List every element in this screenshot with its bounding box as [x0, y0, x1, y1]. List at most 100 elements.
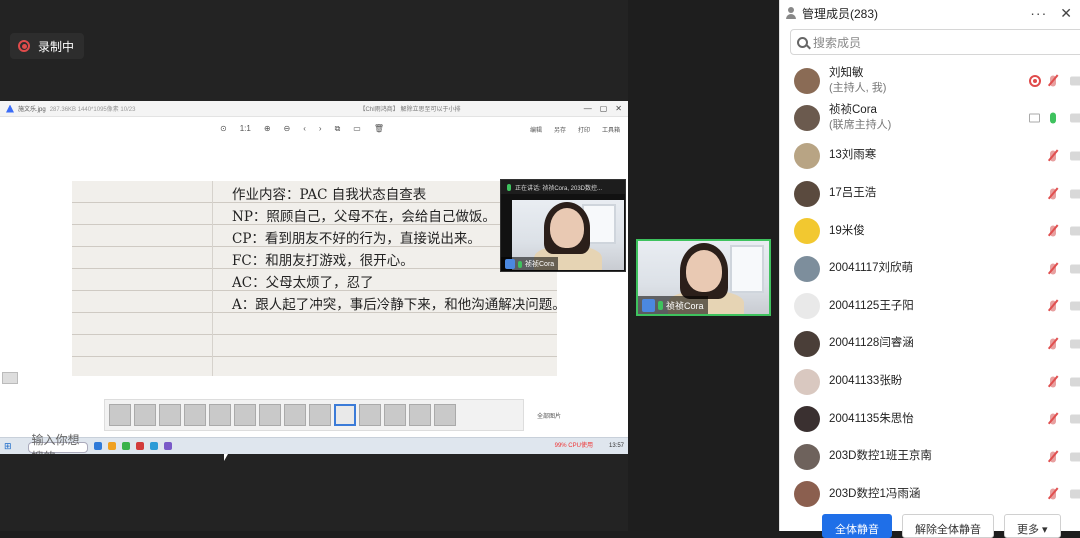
taskbar-app-icon[interactable] [163, 442, 172, 450]
edit-button[interactable]: 编辑 [530, 125, 542, 134]
camera-icon[interactable] [1070, 339, 1080, 349]
thumbnail[interactable] [209, 404, 231, 426]
shared-screen: 施文乐.jpg 287.36KB 1440*1095像素 10/23 【ChI雨… [0, 101, 628, 454]
taskbar-app-icon[interactable] [107, 442, 116, 450]
delete-icon[interactable]: 🗑 [374, 124, 384, 134]
taskbar-app-icon[interactable] [149, 442, 158, 450]
camera-icon[interactable] [1070, 151, 1080, 161]
thumbnail[interactable] [159, 404, 181, 426]
speaker-video-tile[interactable]: 正在讲话: 祯祯Cora, 203D数控... 祯祯Cora [500, 179, 626, 272]
viewer-toolbar: ⊙ 1:1 ⊕ ⊖ ‹ › ⧉ ▭ 🗑 编辑 另存 打印 工具箱 [0, 119, 628, 139]
panel-footer: 全体静音 解除全体静音 更多 ▾ [780, 514, 1080, 538]
meeting-stage: 录制中 施文乐.jpg 287.36KB 1440*1095像素 10/23 【… [0, 0, 628, 531]
camera-icon[interactable] [1070, 377, 1080, 387]
member-row[interactable]: 20041125王子阳 [780, 288, 1080, 326]
camera-icon[interactable] [1070, 452, 1080, 462]
thumbnail[interactable] [134, 404, 156, 426]
thumbnail[interactable] [359, 404, 381, 426]
participant-label: 祯祯Cora [501, 257, 559, 271]
more-button[interactable]: 更多 ▾ [1004, 514, 1061, 538]
unmute-all-button[interactable]: 解除全体静音 [902, 514, 994, 538]
member-row[interactable]: 203D数控1班王京南 [780, 438, 1080, 476]
thumbnail[interactable] [259, 404, 281, 426]
member-row[interactable]: 20041135朱思怡 [780, 400, 1080, 438]
active-speaker-tile[interactable]: 祯祯Cora [636, 239, 771, 316]
taskbar-search[interactable]: 输入你想搜的 [27, 433, 88, 454]
mic-muted-icon[interactable] [1050, 263, 1056, 275]
participant-label: 祯祯Cora [638, 296, 708, 314]
member-row[interactable]: 19米俊 [780, 212, 1080, 250]
all-images-link[interactable]: 全部图片 [537, 411, 561, 420]
sidebar-toggle-icon[interactable] [2, 372, 18, 384]
member-panel: 管理成员(283) ··· ✕ 搜索成员 刘知敏 (主持人, 我) 祯祯Cora (联… [779, 0, 1080, 538]
mic-muted-icon[interactable] [1050, 75, 1056, 87]
close-panel-icon[interactable]: ✕ [1060, 5, 1072, 22]
member-row[interactable]: 17吕王浩 [780, 175, 1080, 213]
camera-icon[interactable] [1070, 264, 1080, 274]
thumbnail[interactable] [384, 404, 406, 426]
taskbar-app-icon[interactable] [135, 442, 144, 450]
mic-muted-icon[interactable] [1050, 225, 1056, 237]
mute-all-button[interactable]: 全体静音 [822, 514, 892, 538]
print-button[interactable]: 打印 [578, 125, 590, 134]
mic-muted-icon[interactable] [1050, 150, 1056, 162]
camera-icon[interactable] [1070, 226, 1080, 236]
member-name: 20041125王子阳 [829, 299, 914, 312]
mic-muted-icon[interactable] [1050, 451, 1056, 463]
thumbnail[interactable] [184, 404, 206, 426]
thumbnail[interactable] [284, 404, 306, 426]
mic-icon [507, 183, 511, 191]
search-icon [797, 36, 808, 48]
recording-indicator[interactable]: 录制中 [10, 33, 85, 59]
toolbox-button[interactable]: 工具箱 [602, 125, 620, 134]
mic-muted-icon[interactable] [1050, 376, 1056, 388]
crop-icon[interactable]: ▭ [353, 124, 361, 134]
zoom-out-icon[interactable]: ⊖ [284, 124, 291, 134]
mic-on-icon[interactable] [1050, 112, 1056, 124]
member-search-input[interactable]: 搜索成员 [790, 29, 1080, 55]
mic-muted-icon[interactable] [1050, 488, 1056, 500]
camera-icon[interactable] [1070, 301, 1080, 311]
prev-icon[interactable]: ‹ [303, 124, 306, 134]
member-row[interactable]: 203D数控1冯雨涵 [780, 476, 1080, 514]
taskbar-app-icon[interactable] [121, 442, 130, 450]
more-options-icon[interactable]: ··· [1030, 5, 1047, 21]
member-name: 20041135朱思怡 [829, 412, 914, 425]
member-row[interactable]: 20041128闫睿涵 [780, 325, 1080, 363]
mic-muted-icon[interactable] [1050, 188, 1056, 200]
thumbnail[interactable] [309, 404, 331, 426]
mic-muted-icon[interactable] [1050, 300, 1056, 312]
thumbnail[interactable] [434, 404, 456, 426]
camera-icon[interactable] [1070, 489, 1080, 499]
taskbar-app-icon[interactable] [93, 442, 102, 450]
camera-icon[interactable] [1070, 76, 1080, 86]
member-name: 20041117刘欣萌 [829, 262, 913, 275]
actual-size-icon[interactable]: 1:1 [240, 124, 251, 134]
save-as-button[interactable]: 另存 [554, 125, 566, 134]
windows-start-icon[interactable]: ⊞ [4, 441, 12, 452]
member-name: 13刘雨寒 [829, 149, 877, 162]
mic-muted-icon[interactable] [1050, 338, 1056, 350]
member-row[interactable]: 13刘雨寒 [780, 137, 1080, 175]
maximize-button[interactable]: ▢ [600, 104, 608, 113]
next-icon[interactable]: › [319, 124, 322, 134]
member-row[interactable]: 20041133张盼 [780, 363, 1080, 401]
thumbnail[interactable] [334, 404, 356, 426]
zoom-in-icon[interactable]: ⊕ [264, 124, 271, 134]
member-row[interactable]: 20041117刘欣萌 [780, 250, 1080, 288]
camera-icon[interactable] [1070, 414, 1080, 424]
mic-muted-icon[interactable] [1050, 413, 1056, 425]
thumbnail[interactable] [234, 404, 256, 426]
zoom-fit-icon[interactable]: ⊙ [220, 124, 227, 134]
minimize-button[interactable]: — [584, 104, 592, 113]
thumbnail[interactable] [109, 404, 131, 426]
camera-icon[interactable] [1070, 189, 1080, 199]
thumbnail[interactable] [409, 404, 431, 426]
camera-icon[interactable] [1070, 113, 1080, 123]
mic-on-icon [518, 260, 522, 268]
note-line: AC：父母太烦了，忍了 [232, 275, 374, 291]
copy-icon[interactable]: ⧉ [335, 124, 341, 134]
member-row[interactable]: 刘知敏 (主持人, 我) [780, 62, 1080, 100]
member-row[interactable]: 祯祯Cora (联席主持人) [780, 100, 1080, 138]
close-window-button[interactable]: ✕ [615, 104, 622, 113]
